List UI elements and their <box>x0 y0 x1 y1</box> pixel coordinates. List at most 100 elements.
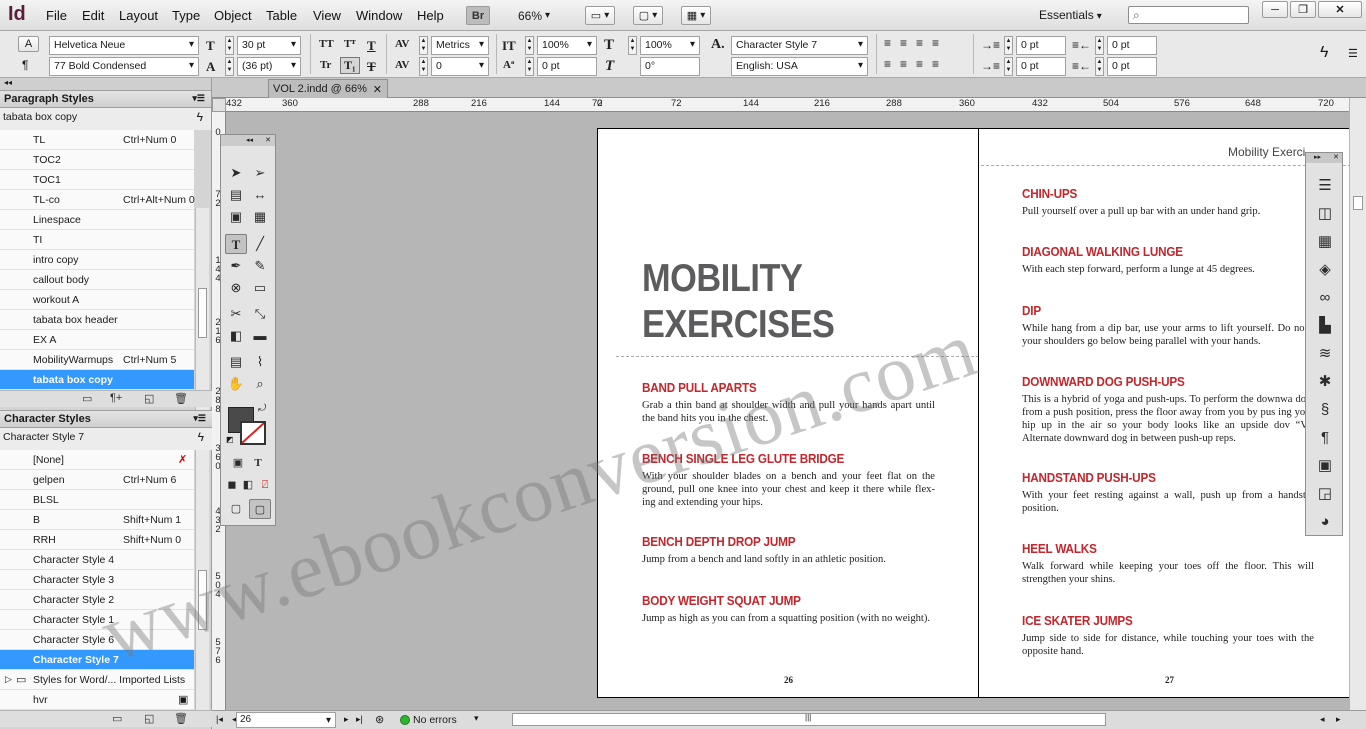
menu-layout[interactable]: Layout <box>119 8 158 23</box>
chevron-down-icon[interactable]: ▾ <box>474 713 479 724</box>
horizontal-scroll-thumb[interactable]: ||| <box>512 713 1106 726</box>
new-style-icon[interactable]: ◱ <box>144 712 154 725</box>
character-styles-scrollbar[interactable] <box>195 450 209 710</box>
menu-window[interactable]: Window <box>356 8 402 23</box>
horizontal-scale-field[interactable]: 100% <box>640 36 700 55</box>
right-indent-stepper[interactable]: ▲ ▼ <box>1095 36 1104 55</box>
exercise-entry[interactable]: BAND PULL APARTS Grab a thin band at shou… <box>642 380 935 425</box>
small-caps-icon[interactable]: Tr <box>320 59 331 71</box>
menu-object[interactable]: Object <box>214 8 252 23</box>
free-transform-tool-icon[interactable]: ⤡ <box>249 304 271 324</box>
rectangle-tool-icon[interactable]: ▭ <box>249 278 271 298</box>
gradient-swatch-tool-icon[interactable]: ◧ <box>225 326 247 346</box>
scroll-right-icon[interactable]: ▸ <box>1336 714 1341 725</box>
layers-panel-icon[interactable]: ◈ <box>1314 259 1336 281</box>
pages-panel-icon[interactable]: ◫ <box>1314 203 1336 225</box>
scroll-thumb[interactable] <box>198 288 207 338</box>
vertical-scale-field[interactable]: 100% <box>537 36 597 55</box>
align-panel-icon[interactable]: ▙ <box>1314 315 1336 337</box>
close-window-button[interactable]: ✕ <box>1318 1 1362 18</box>
menu-table[interactable]: Table <box>266 8 297 23</box>
tools-panel-titlebar[interactable]: ◂◂ ✕ <box>221 135 275 146</box>
preflight-icon[interactable]: ⊛ <box>375 713 384 726</box>
kerning-stepper[interactable]: ▲ ▼ <box>419 36 428 55</box>
character-style-row[interactable]: B Shift+Num 1 <box>0 510 194 530</box>
table-panel-icon[interactable]: ▦ <box>1314 231 1336 253</box>
scroll-thumb[interactable] <box>198 570 207 630</box>
normal-view-icon[interactable]: ▢ <box>225 499 247 519</box>
new-style-icon[interactable]: ◱ <box>144 392 154 405</box>
last-line-indent-field[interactable]: 0 pt <box>1107 57 1157 76</box>
character-style-row[interactable]: Character Style 1 <box>0 610 194 630</box>
exercise-entry[interactable]: DIAGONAL WALKING LUNGE With each step for… <box>1022 244 1314 276</box>
exercise-entry[interactable]: HANDSTAND PUSH-UPS With your feet resting… <box>1022 470 1314 515</box>
page-right[interactable]: Mobility Exerci CHIN-UPS Pull yourself ov… <box>978 128 1349 698</box>
panel-options-icon[interactable]: ▾☰ <box>192 93 205 104</box>
left-indent-field[interactable]: 0 pt <box>1016 36 1066 55</box>
line-tool-icon[interactable]: ╱ <box>249 234 271 254</box>
bridge-button[interactable]: Br <box>466 6 490 25</box>
paragraph-style-row[interactable]: intro copy <box>0 250 194 270</box>
paragraph-style-row[interactable]: TL-co Ctrl+Alt+Num 0 <box>0 190 195 210</box>
paragraph-styles-header[interactable]: Paragraph Styles ▾☰ <box>0 90 211 108</box>
exercise-entry[interactable]: DOWNWARD DOG PUSH-UPS This is a hybrid of… <box>1022 374 1314 445</box>
exercise-entry[interactable]: BENCH DEPTH DROP JUMP Jump from a bench a… <box>642 534 935 566</box>
character-style-field[interactable]: Character Style 7 <box>731 36 868 55</box>
folder-icon[interactable]: ▭ <box>82 392 92 405</box>
character-style-row[interactable]: ▣ hvr <box>0 690 194 710</box>
character-style-row[interactable]: RRH Shift+Num 0 <box>0 530 194 550</box>
stroke-swatch[interactable] <box>240 421 266 445</box>
character-style-row[interactable]: Character Style 2 <box>0 590 194 610</box>
paragraph-style-row[interactable]: EX A <box>0 330 194 350</box>
character-style-row[interactable]: Character Style 3 <box>0 570 194 590</box>
swap-fill-stroke-icon[interactable]: ⤾ <box>258 403 266 414</box>
kerning-field[interactable]: Metrics <box>431 36 489 55</box>
minimize-button[interactable]: ─ <box>1262 1 1288 18</box>
menu-type[interactable]: Type <box>172 8 200 23</box>
paragraph-style-row[interactable]: callout body <box>0 270 194 290</box>
content-placer-icon[interactable]: ▦ <box>249 207 271 227</box>
tracking-field[interactable]: 0 <box>431 57 489 76</box>
font-style-field[interactable]: 77 Bold Condensed <box>49 57 199 76</box>
chapter-heading-line-1[interactable]: MOBILITY <box>642 257 803 301</box>
links-panel-icon[interactable]: ∞ <box>1314 287 1336 309</box>
character-style-row[interactable]: BLSL <box>0 490 194 510</box>
eyedropper-tool-icon[interactable]: ⌇ <box>249 352 271 372</box>
zoom-tool-icon[interactable]: ⌕ <box>249 374 271 394</box>
scroll-thumb[interactable] <box>1353 196 1363 210</box>
exercise-entry[interactable]: BODY WEIGHT SQUAT JUMP Jump as high as yo… <box>642 593 935 625</box>
menu-help[interactable]: Help <box>417 8 444 23</box>
font-family-field[interactable]: Helvetica Neue <box>49 36 199 55</box>
zoom-level[interactable]: 66% <box>508 6 560 25</box>
swatches-panel-icon[interactable]: § <box>1314 399 1336 421</box>
paragraph-style-row[interactable]: MobilityWarmups Ctrl+Num 5 <box>0 350 194 370</box>
paragraph-panel-icon[interactable]: ¶ <box>1314 427 1336 449</box>
hand-tool-icon[interactable]: ✋ <box>225 374 247 394</box>
ellipse-frame-tool-icon[interactable]: ⊗ <box>225 278 247 298</box>
stroke-panel-icon[interactable]: ≋ <box>1314 343 1336 365</box>
apply-none-icon[interactable]: ⍁ <box>254 475 276 495</box>
tracking-stepper[interactable]: ▲ ▼ <box>419 57 428 76</box>
subscript-icon[interactable]: T₁ <box>340 57 360 74</box>
collapse-icon[interactable]: ◂◂ <box>0 78 211 90</box>
delete-icon[interactable]: 🗑 <box>174 712 188 725</box>
formatting-affects-text-icon[interactable]: T <box>247 453 269 473</box>
gradient-feather-tool-icon[interactable]: ▬ <box>249 326 271 346</box>
font-size-field[interactable]: 30 pt <box>237 36 301 55</box>
language-field[interactable]: English: USA <box>731 57 868 76</box>
chapter-heading-line-2[interactable]: EXERCISES <box>642 303 835 347</box>
expand-icon[interactable]: ▸▸ <box>1314 153 1321 161</box>
align-buttons-row-1[interactable]: ≡≡≡≡ <box>884 36 948 50</box>
horizontal-scale-stepper[interactable]: ▲ ▼ <box>628 36 637 55</box>
close-icon[interactable]: ✕ <box>1333 153 1339 161</box>
character-style-row[interactable]: ✗ [None] <box>0 450 194 470</box>
color-panel-icon[interactable]: ◕ <box>1314 511 1336 533</box>
page-tool-icon[interactable]: ▤ <box>225 185 247 205</box>
last-page-icon[interactable]: ▸| <box>356 714 363 725</box>
all-caps-icon[interactable]: TT <box>319 38 334 50</box>
baseline-shift-field[interactable]: 0 pt <box>537 57 597 76</box>
align-buttons-row-2[interactable]: ≡≡≡≡ <box>884 57 948 71</box>
character-style-row[interactable]: Character Style 4 <box>0 550 194 570</box>
ruler-origin[interactable] <box>212 98 226 112</box>
direct-selection-tool-icon[interactable]: ➢ <box>249 163 271 183</box>
